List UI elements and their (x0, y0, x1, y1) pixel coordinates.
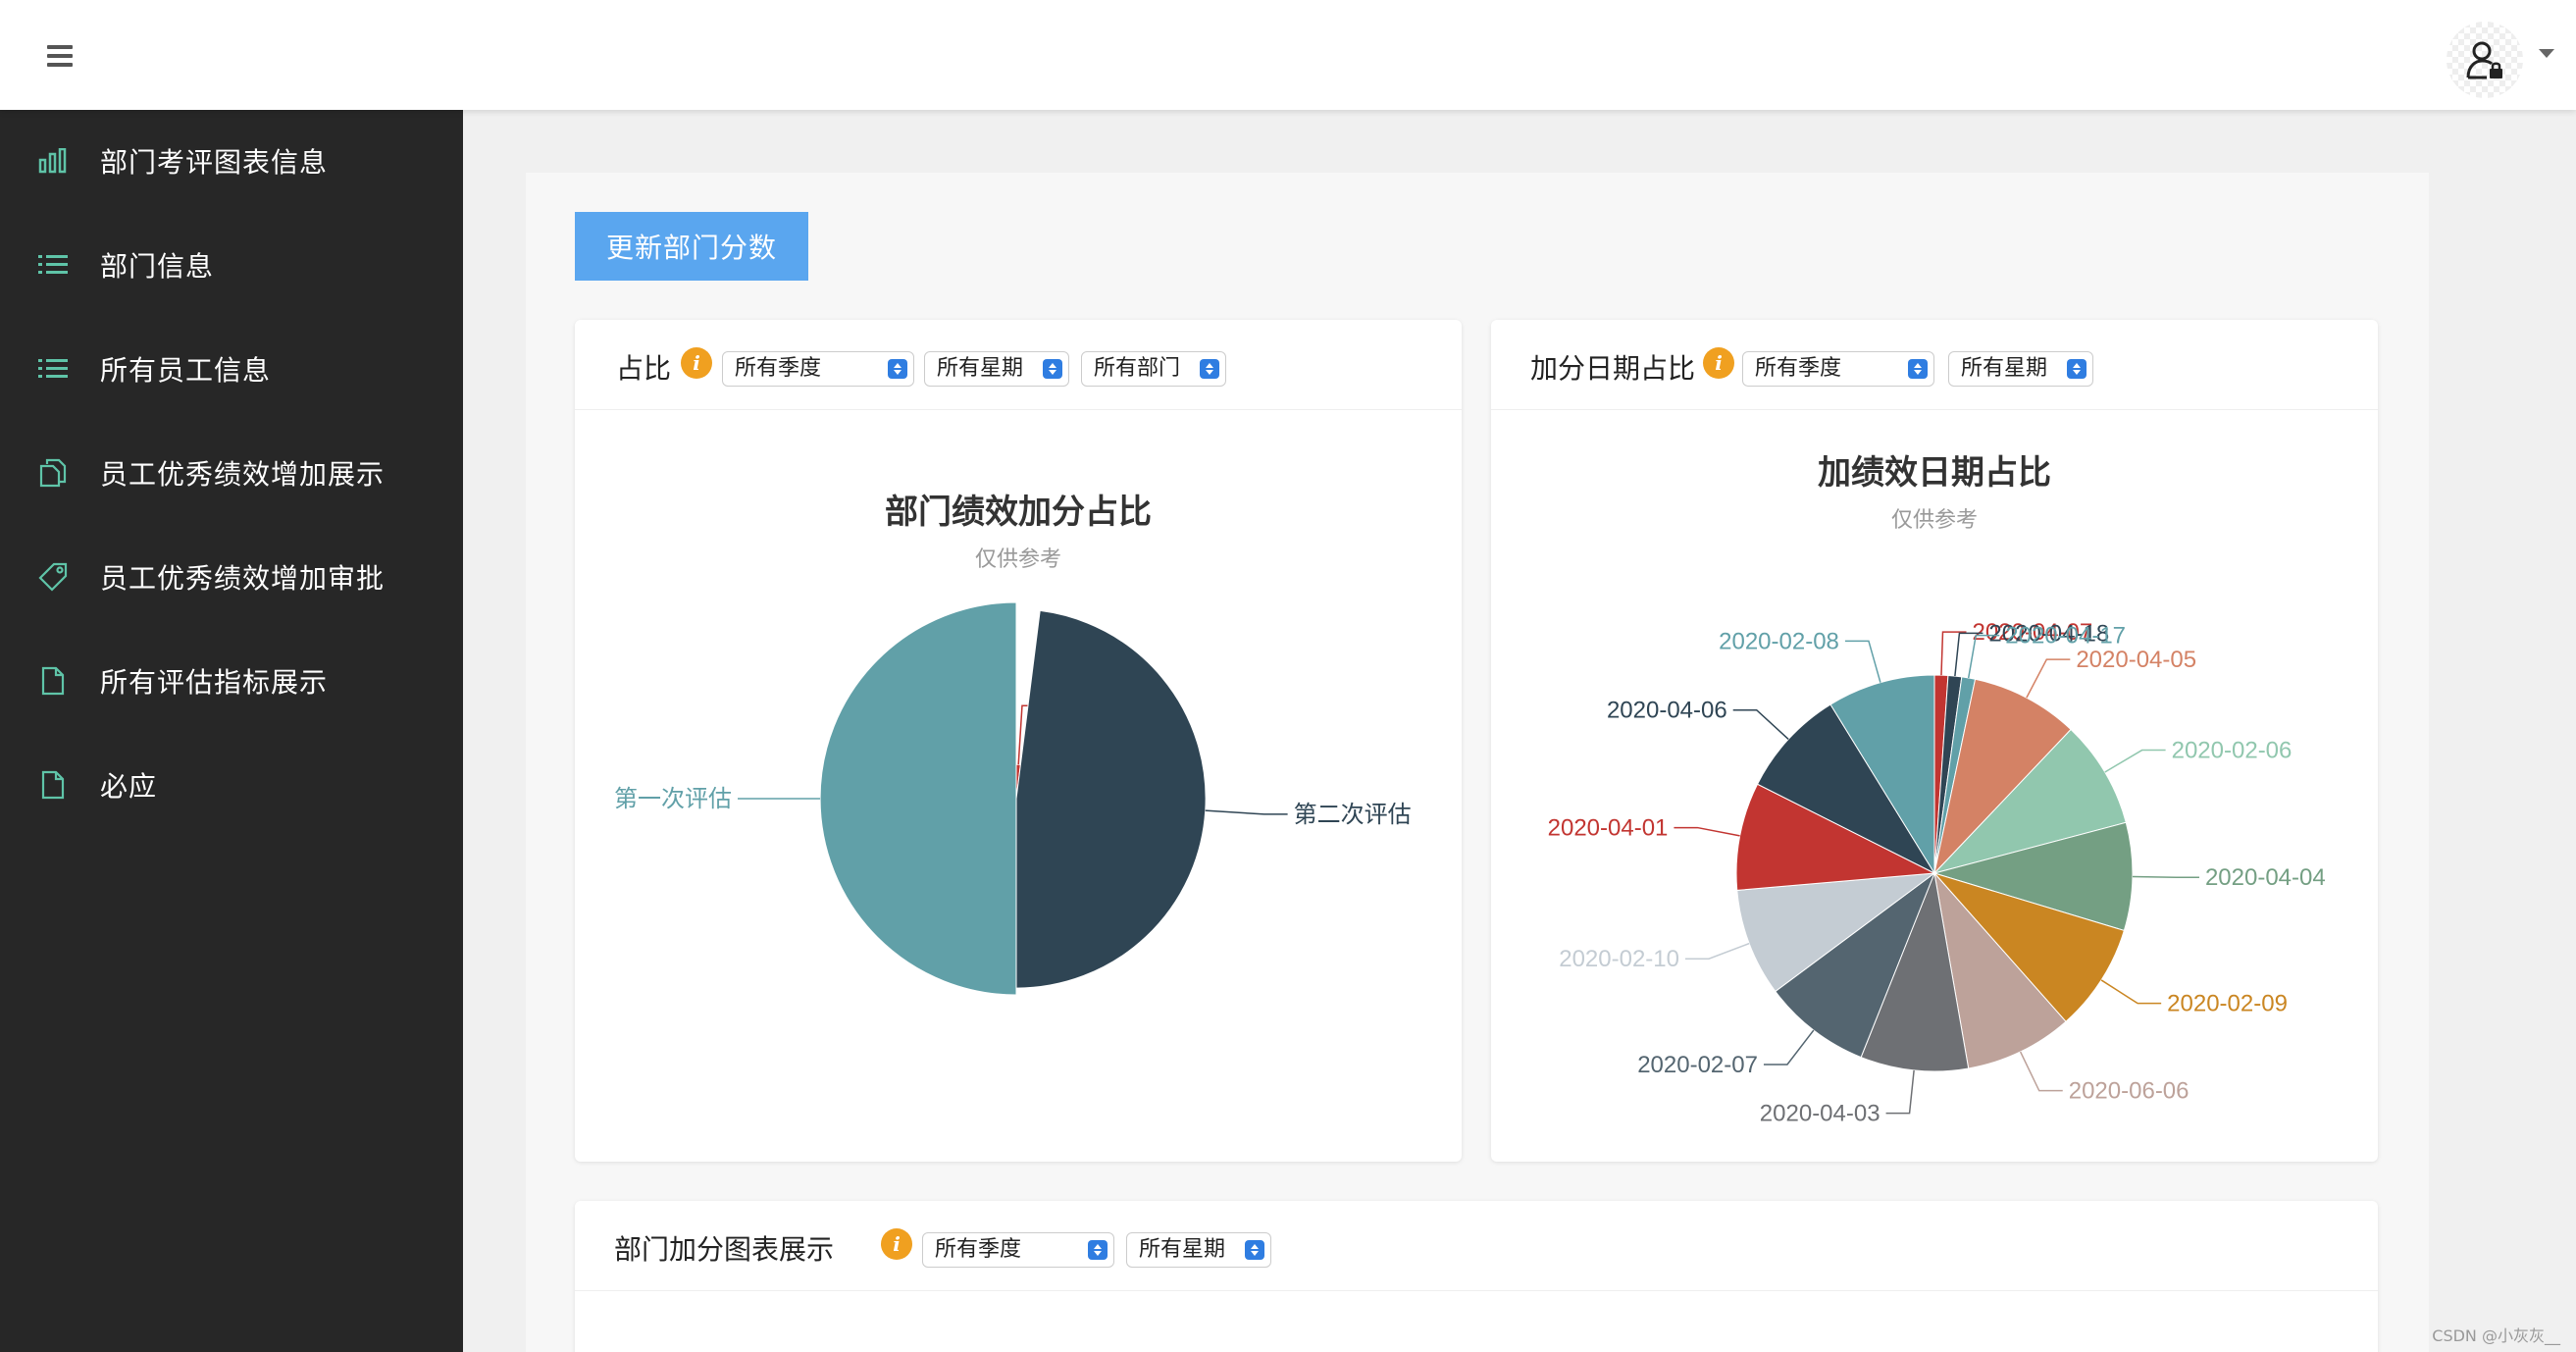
sidebar-item-label: 员工优秀绩效增加审批 (100, 562, 386, 595)
slice-label: 2020-04-06 (1607, 698, 1727, 724)
label-leader-line (2026, 658, 2071, 699)
tag-icon (37, 561, 69, 593)
label-leader-line (1763, 1029, 1815, 1066)
slice-label: 2020-04-17 (2005, 623, 2126, 650)
slice-label: 第一次评估 (614, 786, 732, 812)
date-ratio-card: 加分日期占比 i 所有季度 所有星期 加绩效日期占比 仅供参考 2020-04-… (1491, 320, 2378, 1162)
slice-label: 2020-02-06 (2172, 738, 2293, 764)
sidebar-item-label: 员工优秀绩效增加展示 (100, 458, 386, 491)
label-leader-line (1940, 631, 1967, 676)
label-leader-line (1684, 942, 1750, 960)
user-lock-icon[interactable] (2447, 22, 2523, 98)
hamburger-icon[interactable] (47, 45, 73, 67)
slice-label: 2020-02-08 (1719, 628, 1839, 654)
label-leader-line (2100, 979, 2162, 1005)
label-leader-line (2132, 875, 2199, 878)
label-leader-line (1674, 826, 1740, 837)
slice-label: 2020-04-01 (1548, 815, 1669, 842)
slice-label: 第二次评估 (1294, 802, 1412, 828)
watermark: CSDN @小灰灰__ (2432, 1326, 2560, 1345)
slice-label: 2020-02-10 (1559, 946, 1679, 972)
label-leader-line (2104, 749, 2166, 773)
copy-icon (37, 457, 69, 489)
sidebar-item-label: 必应 (100, 770, 158, 803)
sidebar-item-evaluation-indicators[interactable]: 所有评估指标展示 (0, 642, 463, 720)
update-dept-score-button[interactable]: 更新部门分数 (575, 212, 808, 281)
date-ratio-pie-chart: 2020-04-072020-04-182020-04-172020-04-05… (1548, 619, 2326, 1127)
sidebar-item-performance-display[interactable]: 员工优秀绩效增加展示 (0, 434, 463, 512)
label-leader-line (1844, 640, 1881, 683)
sidebar-item-label: 所有评估指标展示 (100, 666, 329, 699)
file-icon (37, 665, 69, 697)
sidebar-item-dept-chart[interactable]: 部门考评图表信息 (0, 122, 463, 200)
sidebar-item-bing[interactable]: 必应 (0, 746, 463, 824)
list-icon (37, 353, 69, 385)
sidebar-item-performance-approval[interactable]: 员工优秀绩效增加审批 (0, 538, 463, 616)
card-header: 部门加分图表展示 i 所有季度 所有星期 (575, 1201, 2378, 1291)
info-icon[interactable]: i (881, 1228, 912, 1260)
pie-slice[interactable] (1015, 609, 1207, 989)
sidebar-item-label: 部门信息 (100, 250, 215, 283)
slice-label: 2020-06-06 (2069, 1078, 2190, 1105)
slice-label: 2020-04-05 (2076, 647, 2196, 673)
bar-chart-icon (37, 145, 69, 177)
dept-bonus-chart-card: 部门加分图表展示 i 所有季度 所有星期 (575, 1201, 2378, 1352)
sidebar-item-label: 部门考评图表信息 (100, 146, 329, 179)
dept-ratio-card: 占比 i 所有季度 所有星期 所有部门 部门绩效加分占比 仅供参考 第三次评估第… (575, 320, 1462, 1162)
top-header (0, 0, 2576, 110)
slice-label: 2020-02-07 (1637, 1052, 1758, 1078)
slice-label: 2020-04-04 (2205, 864, 2326, 891)
pie-slice[interactable] (819, 601, 1017, 996)
dept-ratio-pie-chart: 第三次评估第二次评估第一次评估 (614, 601, 1412, 996)
chevron-down-icon[interactable] (2539, 49, 2554, 58)
week-select[interactable]: 所有星期 (1126, 1232, 1271, 1268)
label-leader-line (1205, 809, 1288, 815)
file-icon (37, 769, 69, 801)
sidebar-item-dept-info[interactable]: 部门信息 (0, 226, 463, 304)
label-leader-line (2019, 1051, 2063, 1092)
sidebar-item-all-employees[interactable]: 所有员工信息 (0, 330, 463, 408)
list-icon (37, 249, 69, 281)
card-title: 部门加分图表展示 (614, 1233, 835, 1266)
quarter-select[interactable]: 所有季度 (922, 1232, 1114, 1268)
slice-label: 2020-04-03 (1760, 1101, 1880, 1127)
label-leader-line (1885, 1069, 1915, 1115)
sidebar-item-label: 所有员工信息 (100, 354, 272, 387)
label-leader-line (1732, 708, 1789, 741)
slice-label: 2020-02-09 (2167, 991, 2288, 1017)
sidebar: 部门考评图表信息 部门信息 所有员工信息 员工优秀绩效增加展示 员工优秀绩效增加… (0, 110, 463, 1352)
